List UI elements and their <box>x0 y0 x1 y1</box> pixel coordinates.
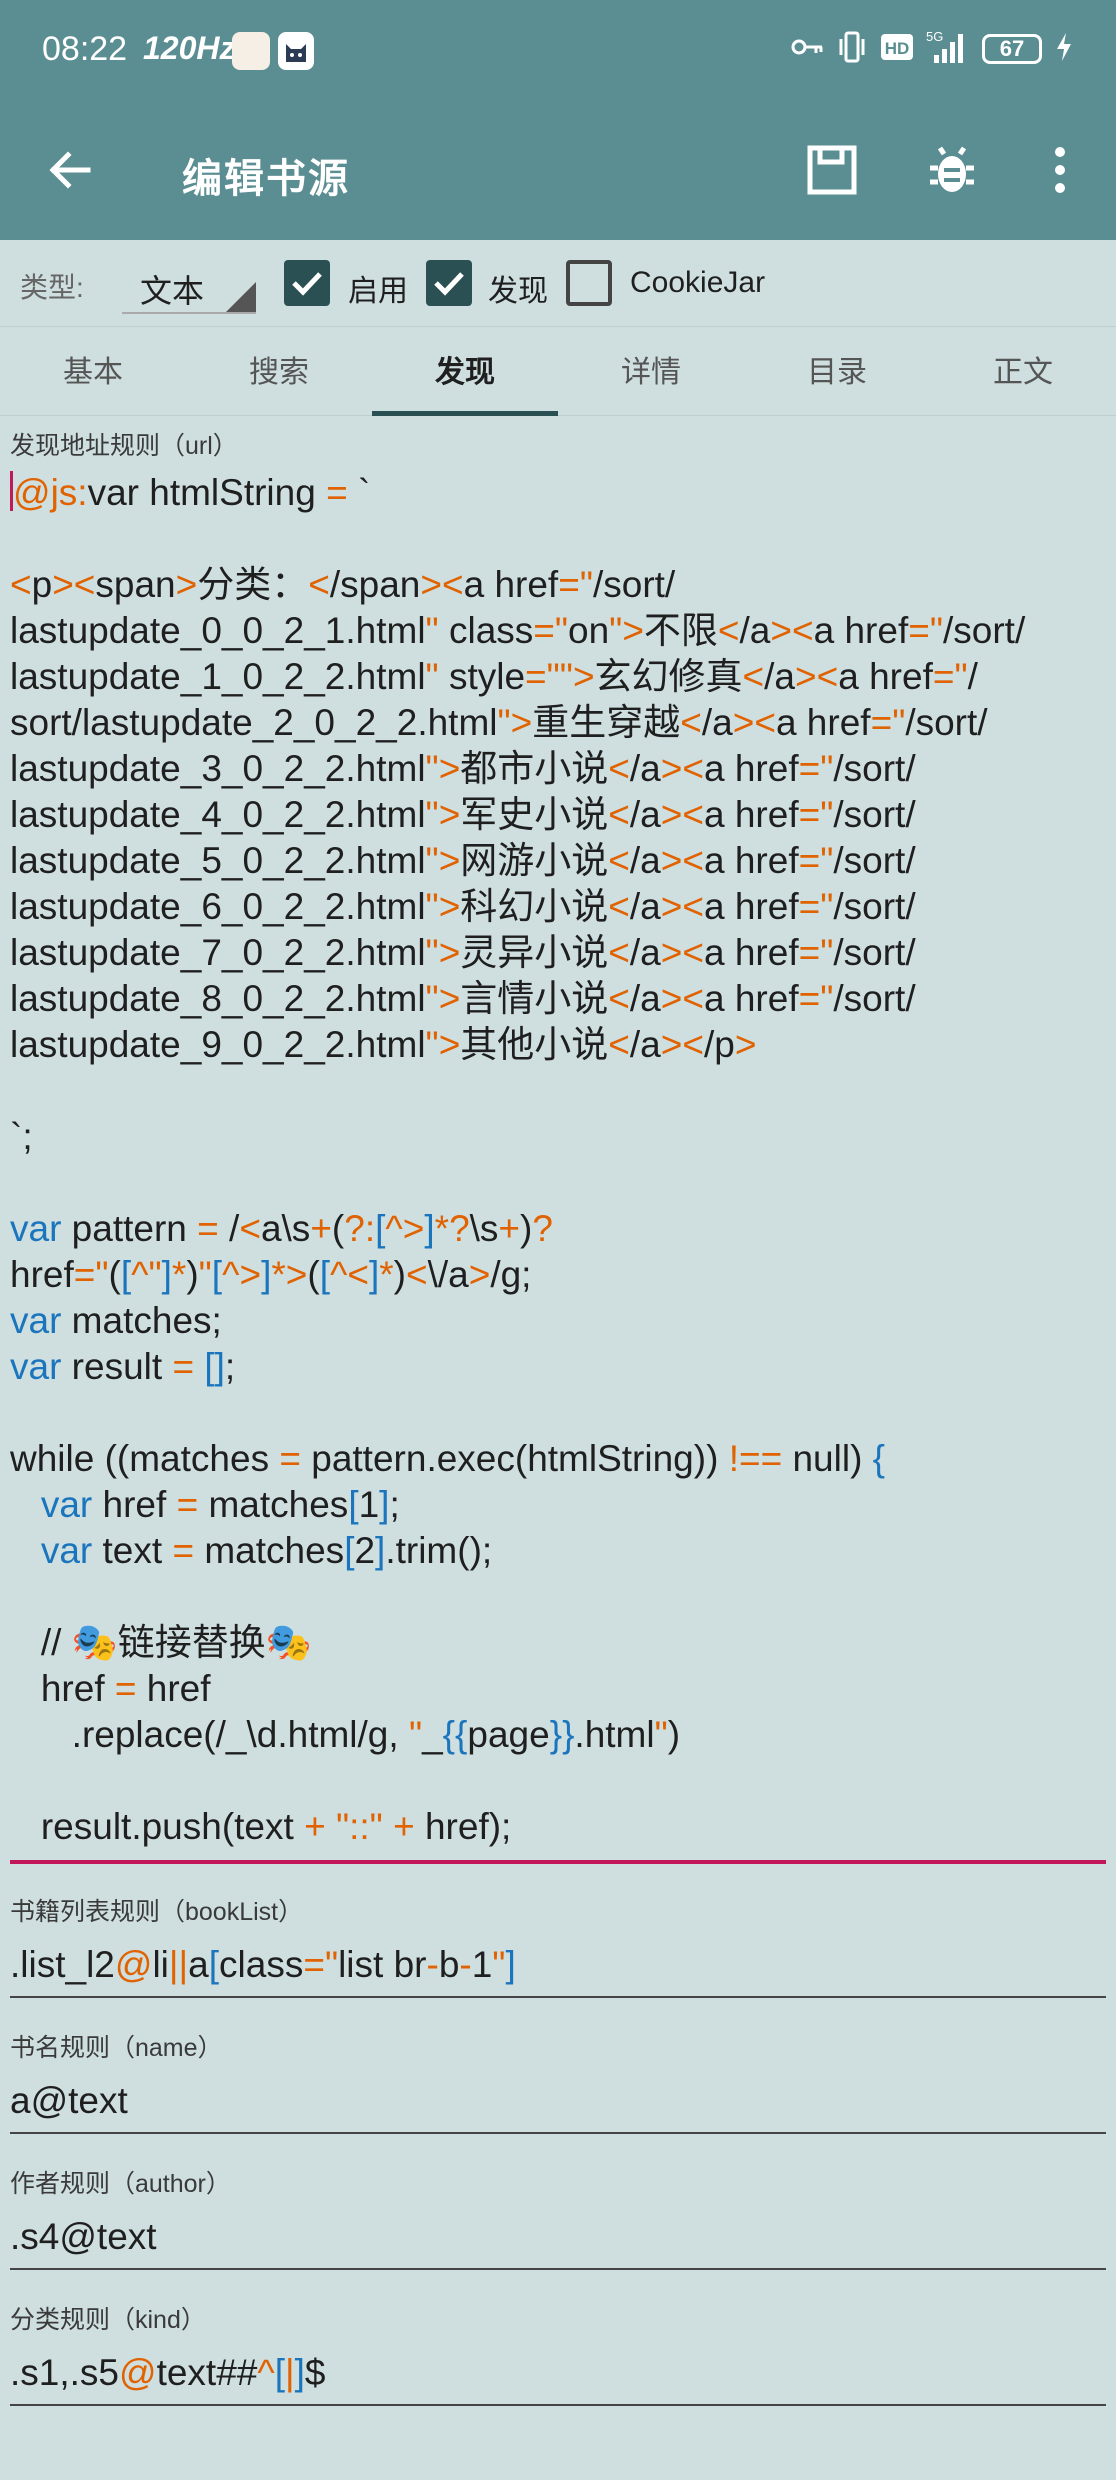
dropdown-corner-icon <box>226 282 256 312</box>
author-rule-input[interactable]: .s4@text <box>10 2216 157 2258</box>
explore-label: 发现 <box>488 275 548 308</box>
explore-checkbox[interactable] <box>426 260 472 306</box>
bug-icon <box>930 146 974 192</box>
enable-label: 启用 <box>348 275 408 308</box>
editor-focus-underline <box>10 1860 1106 1864</box>
refresh-rate: 120Hz <box>143 30 236 66</box>
hd-icon: HD <box>880 32 914 67</box>
author-rule-label: 作者规则（author） <box>10 2170 231 2198</box>
cookiejar-checkbox[interactable] <box>566 260 612 306</box>
book-list-underline <box>10 1996 1106 1998</box>
author-rule-underline <box>10 2268 1106 2270</box>
type-select[interactable]: 文本 <box>122 254 256 314</box>
debug-button[interactable] <box>920 140 984 200</box>
save-button[interactable] <box>802 140 862 200</box>
tab-basic[interactable]: 基本 <box>0 327 186 417</box>
key-icon <box>790 32 824 67</box>
kind-rule-input[interactable]: .s1,.s5@text##^[|]$ <box>10 2352 326 2394</box>
app-bar: 编辑书源 <box>0 100 1116 240</box>
enable-checkbox[interactable] <box>284 260 330 306</box>
notification-app-icon <box>232 32 270 70</box>
page-title: 编辑书源 <box>182 157 350 201</box>
explore-url-label: 发现地址规则（url） <box>10 432 238 460</box>
tab-explore[interactable]: 发现 <box>372 327 558 417</box>
tab-detail[interactable]: 详情 <box>558 327 744 417</box>
kind-rule-underline <box>10 2404 1106 2406</box>
charging-icon <box>1054 31 1074 68</box>
name-rule-input[interactable]: a@text <box>10 2080 128 2122</box>
book-list-label: 书籍列表规则（bookList） <box>10 1898 304 1926</box>
network-type-label: 5G <box>926 29 943 44</box>
more-vert-icon <box>1055 147 1065 193</box>
status-bar: 08:22 120Hz HD 5G 67 <box>0 0 1116 100</box>
check-icon <box>292 272 322 296</box>
explore-url-editor[interactable]: @js:var htmlString = ` <p><span>分类：</spa… <box>10 470 1110 1850</box>
check-icon <box>434 272 464 296</box>
tab-toc[interactable]: 目录 <box>744 327 930 417</box>
cookiejar-label: CookieJar <box>630 266 766 299</box>
battery-indicator: 67 <box>982 34 1042 64</box>
back-button[interactable] <box>40 140 100 200</box>
tab-content[interactable]: 正文 <box>930 327 1116 417</box>
source-options-row: 类型: 文本 启用 发现 CookieJar <box>0 240 1116 326</box>
kind-rule-label: 分类规则（kind） <box>10 2306 206 2334</box>
tab-bar: 基本 搜索 发现 详情 目录 正文 <box>0 326 1116 416</box>
type-select-value: 文本 <box>140 273 205 309</box>
save-icon <box>807 145 857 195</box>
status-time: 08:22 <box>42 30 128 68</box>
status-icons: HD 5G 67 <box>790 24 1074 74</box>
type-label: 类型: <box>20 272 84 303</box>
notification-cat-icon <box>278 32 314 70</box>
arrow-back-icon <box>49 151 91 189</box>
name-rule-underline <box>10 2132 1106 2134</box>
active-tab-indicator <box>372 411 558 416</box>
more-options-button[interactable] <box>1038 140 1082 200</box>
svg-text:HD: HD <box>885 39 910 58</box>
signal-icon: 5G <box>926 29 970 70</box>
book-list-input[interactable]: .list_l2@li||a[class="list br-b-1"] <box>10 1944 516 1986</box>
name-rule-label: 书名规则（name） <box>10 2034 223 2062</box>
tab-search[interactable]: 搜索 <box>186 327 372 417</box>
vibrate-icon <box>836 29 868 70</box>
